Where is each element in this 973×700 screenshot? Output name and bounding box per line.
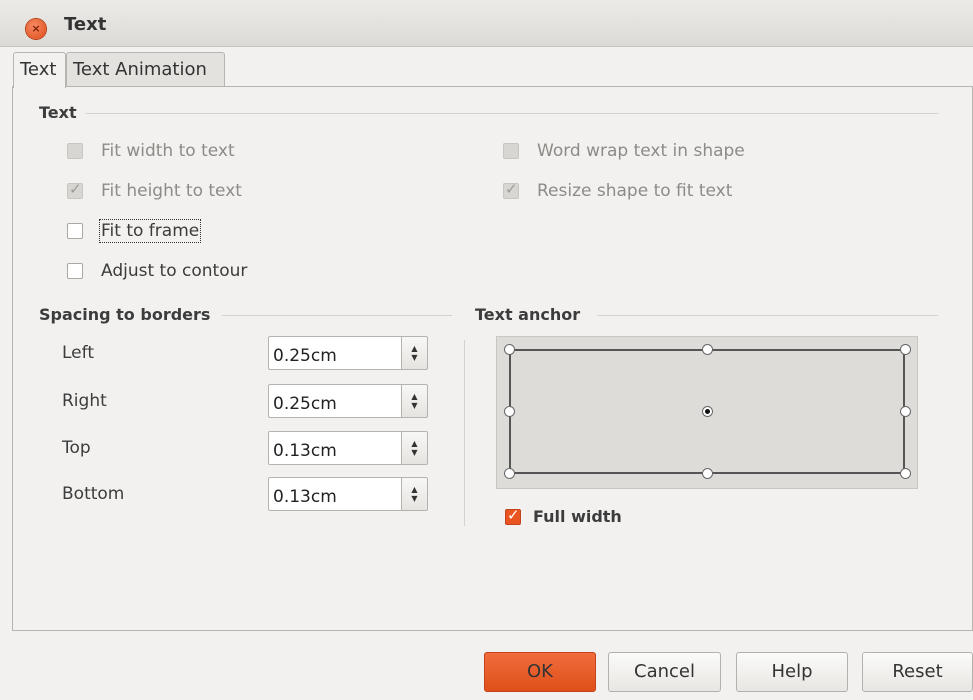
adjust-contour-box[interactable]	[67, 263, 83, 279]
fit-height-box[interactable]	[67, 180, 83, 199]
anchor-top-right[interactable]	[900, 344, 911, 355]
anchor-middle-left[interactable]	[504, 406, 515, 417]
bottom-input[interactable]	[268, 477, 402, 511]
fit-width-label: Fit width to text	[101, 141, 235, 161]
bottom-stepper[interactable]: ▲ ▼	[402, 477, 428, 511]
fit-width-checkbox[interactable]: Fit width to text	[67, 141, 235, 161]
word-wrap-label: Word wrap text in shape	[537, 141, 745, 161]
word-wrap-checkbox[interactable]: Word wrap text in shape	[503, 141, 745, 161]
resize-shape-box[interactable]	[503, 180, 519, 199]
tab-text-animation[interactable]: Text Animation	[66, 52, 225, 86]
resize-shape-checkbox[interactable]: Resize shape to fit text	[503, 180, 733, 201]
full-width-box[interactable]	[505, 506, 521, 525]
resize-shape-label: Resize shape to fit text	[537, 181, 733, 201]
section-separator	[464, 340, 465, 526]
spacing-section-divider	[222, 315, 452, 316]
ok-button[interactable]: OK	[484, 652, 596, 692]
full-width-label: Full width	[533, 507, 622, 526]
full-width-checkbox[interactable]: Full width	[505, 506, 622, 526]
right-input[interactable]	[268, 384, 402, 418]
right-label: Right	[62, 391, 107, 411]
bottom-spinbox: ▲▼	[268, 477, 428, 511]
left-input[interactable]	[268, 336, 402, 370]
close-icon[interactable]: ×	[26, 19, 46, 39]
anchor-section-divider	[597, 315, 938, 316]
text-section-divider	[86, 113, 938, 114]
anchor-section-label: Text anchor	[475, 305, 581, 324]
right-stepper[interactable]: ▲ ▼	[402, 384, 428, 418]
fit-width-box[interactable]	[67, 143, 83, 159]
fit-frame-label: Fit to frame	[98, 219, 202, 243]
top-stepper[interactable]: ▲ ▼	[402, 431, 428, 465]
word-wrap-box[interactable]	[503, 143, 519, 159]
right-spinbox: ▲▼	[268, 384, 428, 418]
top-input[interactable]	[268, 431, 402, 465]
top-label: Top	[62, 438, 91, 458]
window-title: Text	[64, 14, 107, 35]
reset-button[interactable]: Reset	[862, 652, 973, 692]
anchor-middle-right[interactable]	[900, 406, 911, 417]
left-spinbox: ▲▼	[268, 336, 428, 370]
fit-height-label: Fit height to text	[101, 181, 242, 201]
adjust-contour-label: Adjust to contour	[101, 261, 248, 281]
spacing-section-label: Spacing to borders	[39, 305, 211, 324]
fit-frame-checkbox[interactable]: Fit to frame	[67, 219, 202, 243]
ok-label: OK	[527, 661, 553, 682]
top-spinbox: ▲▼	[268, 431, 428, 465]
tab-text[interactable]: Text	[13, 52, 66, 88]
anchor-center[interactable]	[702, 406, 713, 417]
anchor-top-center[interactable]	[702, 344, 713, 355]
title-bar: × Text	[0, 0, 973, 47]
left-stepper[interactable]: ▲ ▼	[402, 336, 428, 370]
anchor-bottom-right[interactable]	[900, 468, 911, 479]
adjust-contour-checkbox[interactable]: Adjust to contour	[67, 261, 247, 281]
bottom-label: Bottom	[62, 484, 125, 504]
anchor-top-left[interactable]	[504, 344, 515, 355]
text-dialog: × Text Text Text Animation Text Fit widt…	[0, 0, 973, 700]
anchor-bottom-left[interactable]	[504, 468, 515, 479]
fit-height-checkbox[interactable]: Fit height to text	[67, 180, 242, 201]
cancel-button[interactable]: Cancel	[608, 652, 721, 692]
anchor-bottom-center[interactable]	[702, 468, 713, 479]
text-section-label: Text	[39, 103, 77, 122]
fit-frame-box[interactable]	[67, 223, 83, 239]
help-button[interactable]: Help	[736, 652, 848, 692]
left-label: Left	[62, 343, 94, 363]
anchor-selector[interactable]	[496, 336, 918, 489]
